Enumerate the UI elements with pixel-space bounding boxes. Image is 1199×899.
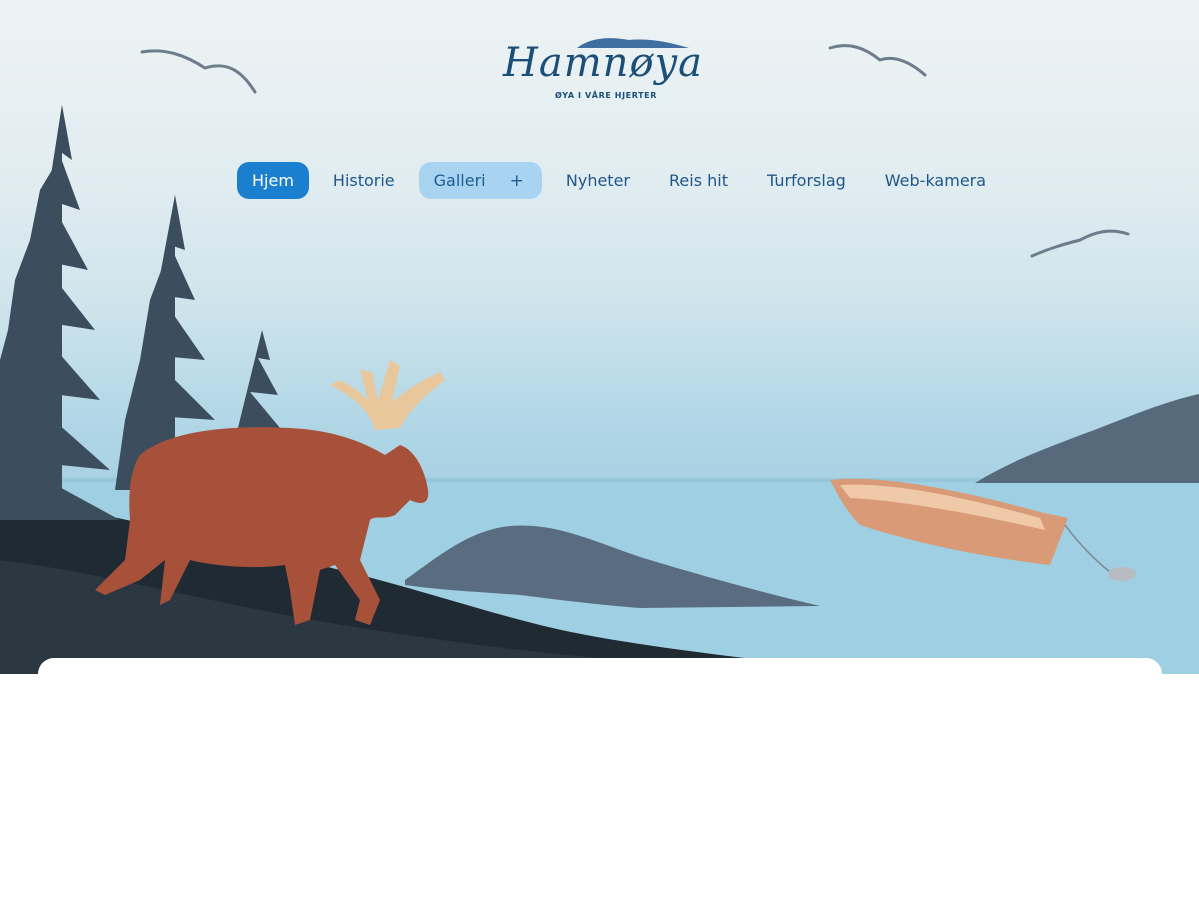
- hero-illustration: Hamnøya ØYA I VÅRE HJERTER Hjem Historie…: [0, 0, 1199, 674]
- site-logo[interactable]: Hamnøya ØYA I VÅRE HJERTER: [499, 20, 702, 140]
- nav-item-label: Reis hit: [669, 171, 728, 190]
- logo-title: Hamnøya: [503, 40, 703, 86]
- nav-item-turforslag[interactable]: Turforslag: [752, 162, 861, 199]
- nav-item-label: Historie: [332, 171, 395, 190]
- nav-item-label: Nyheter: [565, 171, 630, 190]
- nav-item-historie[interactable]: Historie: [318, 162, 410, 199]
- nav-item-reis-hit[interactable]: Reis hit: [654, 162, 743, 199]
- nav-item-galleri[interactable]: Galleri +: [418, 162, 542, 199]
- nav-item-nyheter[interactable]: Nyheter: [551, 162, 645, 199]
- nav-item-label: Turforslag: [766, 171, 846, 190]
- plus-icon[interactable]: +: [510, 171, 524, 191]
- buoy: [1108, 567, 1136, 581]
- nav-item-label: Web-kamera: [884, 171, 987, 190]
- nav-item-label: Galleri: [433, 171, 486, 190]
- main-navigation: Hjem Historie Galleri + Nyheter Reis hit…: [237, 162, 1010, 199]
- content-card: [38, 658, 1162, 899]
- nav-item-hjem[interactable]: Hjem: [237, 162, 309, 199]
- mountain-right: [975, 394, 1199, 483]
- nav-item-web-kamera[interactable]: Web-kamera: [870, 162, 1001, 199]
- logo-tagline: ØYA I VÅRE HJERTER: [554, 91, 658, 100]
- moose-antlers: [330, 360, 445, 430]
- nav-item-label: Hjem: [252, 171, 294, 190]
